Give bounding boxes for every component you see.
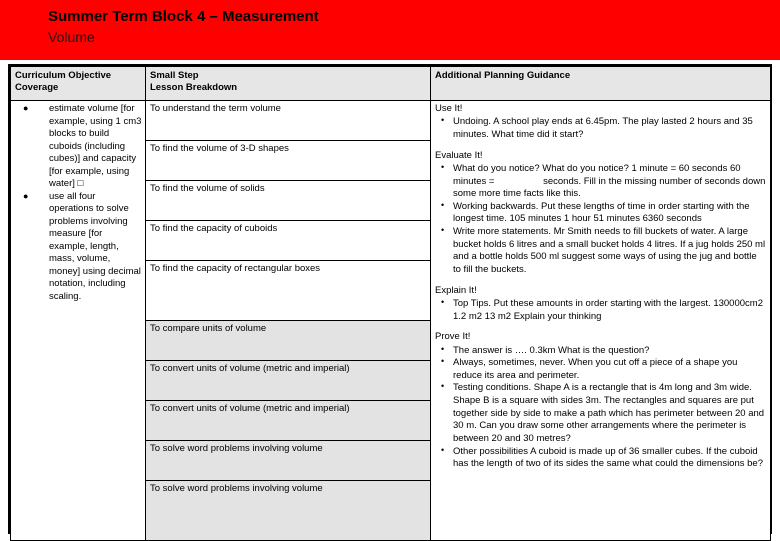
list-item: • Write more statements. Mr Smith needs t… xyxy=(435,225,767,277)
guidance-heading-explain-it: Explain It! xyxy=(435,284,477,296)
small-step-cell: To understand the term volume xyxy=(145,100,431,141)
guidance-heading-prove-it: Prove It! xyxy=(435,331,471,343)
table-header-row: Curriculum Objective Coverage Small Step… xyxy=(10,66,771,101)
column-header-additional-planning-guidance: Additional Planning Guidance xyxy=(430,66,771,101)
guidance-item-text: Testing conditions. Shape A is a rectang… xyxy=(453,382,765,444)
guidance-item-text: Other possibilities A cuboid is made up … xyxy=(453,445,763,470)
column-header-small-step: Small Step Lesson Breakdown xyxy=(145,66,431,101)
table-row: ● estimate volume [for example, using 1 c… xyxy=(10,100,771,541)
bullet-icon: ● xyxy=(23,103,29,113)
guidance-list-prove-it: • The answer is …. 0.3km What is the ques… xyxy=(435,343,767,471)
title-banner: Summer Term Block 4 – Measurement Volume xyxy=(0,0,780,60)
list-item: ● estimate volume [for example, using 1 c… xyxy=(15,103,142,191)
guidance-item-text: Always, sometimes, never. When you cut o… xyxy=(453,357,738,381)
small-step-cell: To convert units of volume (metric and i… xyxy=(145,360,431,401)
guidance-item-text: Working backwards. Put these lengths of … xyxy=(453,200,750,225)
small-step-cell: To find the capacity of cuboids xyxy=(145,220,431,261)
planning-table-container: Curriculum Objective Coverage Small Step… xyxy=(8,64,772,541)
list-item: ● use all four operations to solve proble… xyxy=(15,191,142,304)
list-item: • Working backwards. Put these lengths of… xyxy=(435,199,767,226)
column-header-curriculum-objective: Curriculum Objective Coverage xyxy=(10,66,146,101)
small-step-cell: To find the volume of 3-D shapes xyxy=(145,140,431,181)
guidance-list-explain-it: • Top Tips. Put these amounts in order st… xyxy=(435,296,767,323)
small-step-cell: To find the capacity of rectangular boxe… xyxy=(145,260,431,321)
bullet-icon: • xyxy=(441,161,445,172)
bullet-icon: • xyxy=(441,225,445,236)
list-item: • What do you notice? What do you notice?… xyxy=(435,161,767,201)
small-step-cell: To convert units of volume (metric and i… xyxy=(145,400,431,441)
list-item: • The answer is …. 0.3km What is the ques… xyxy=(435,343,767,358)
page-title: Summer Term Block 4 – Measurement xyxy=(48,8,319,25)
curriculum-objective-text: estimate volume [for example, using 1 cm… xyxy=(49,103,142,190)
list-item: • Always, sometimes, never. When you cut … xyxy=(435,356,767,382)
bullet-icon: • xyxy=(441,343,445,354)
bullet-icon: • xyxy=(441,381,445,392)
column-header-curriculum-objective-line1: Curriculum Objective xyxy=(15,70,112,81)
bullet-icon: ● xyxy=(23,190,29,201)
guidance-item-text: Write more statements. Mr Smith needs to… xyxy=(453,226,766,275)
curriculum-objective-cell: ● estimate volume [for example, using 1 c… xyxy=(10,100,146,541)
list-item: • Undoing. A school play ends at 6.45pm. … xyxy=(435,115,767,141)
small-step-cell: To compare units of volume xyxy=(145,320,431,361)
guidance-heading-evaluate-it: Evaluate It! xyxy=(435,149,483,161)
page-subtitle: Volume xyxy=(48,29,95,45)
small-step-cell: To find the volume of solids xyxy=(145,180,431,221)
list-item: • Testing conditions. Shape A is a rectan… xyxy=(435,381,767,445)
planning-table: Curriculum Objective Coverage Small Step… xyxy=(10,66,771,541)
small-step-cell: To solve word problems involving volume xyxy=(145,440,431,481)
guidance-item-inner: What do you notice? What do you notice? … xyxy=(453,162,766,200)
bullet-icon: • xyxy=(441,356,445,367)
small-step-cell: To solve word problems involving volume xyxy=(145,480,431,541)
guidance-list-use-it: • Undoing. A school play ends at 6.45pm. … xyxy=(435,115,767,141)
list-item: • Other possibilities A cuboid is made up… xyxy=(435,444,767,471)
guidance-item-text: The answer is …. 0.3km What is the quest… xyxy=(453,344,650,356)
column-header-small-step-line1: Small Step xyxy=(150,70,199,81)
guidance-heading-use-it: Use It! xyxy=(435,103,463,114)
curriculum-objective-text: use all four operations to solve problem… xyxy=(49,190,141,302)
list-item: • Top Tips. Put these amounts in order st… xyxy=(435,296,767,323)
column-header-curriculum-objective-line2: Coverage xyxy=(15,81,59,93)
slide-canvas: Summer Term Block 4 – Measurement Volume… xyxy=(0,0,780,541)
guidance-item-text: What do you notice? What do you notice? … xyxy=(453,163,765,199)
bullet-icon: • xyxy=(441,444,445,455)
curriculum-objective-list: ● estimate volume [for example, using 1 c… xyxy=(15,103,142,304)
guidance-item-text: Undoing. A school play ends at 6.45pm. T… xyxy=(453,116,753,140)
bullet-icon: • xyxy=(441,199,445,210)
guidance-list-evaluate-it: • What do you notice? What do you notice?… xyxy=(435,161,767,277)
bullet-icon: • xyxy=(441,115,445,126)
bullet-icon: • xyxy=(441,296,445,307)
additional-planning-guidance-cell: Use It! • Undoing. A school play ends at … xyxy=(430,100,771,541)
guidance-item-text: Top Tips. Put these amounts in order sta… xyxy=(453,297,763,322)
column-header-small-step-line2: Lesson Breakdown xyxy=(150,81,238,93)
